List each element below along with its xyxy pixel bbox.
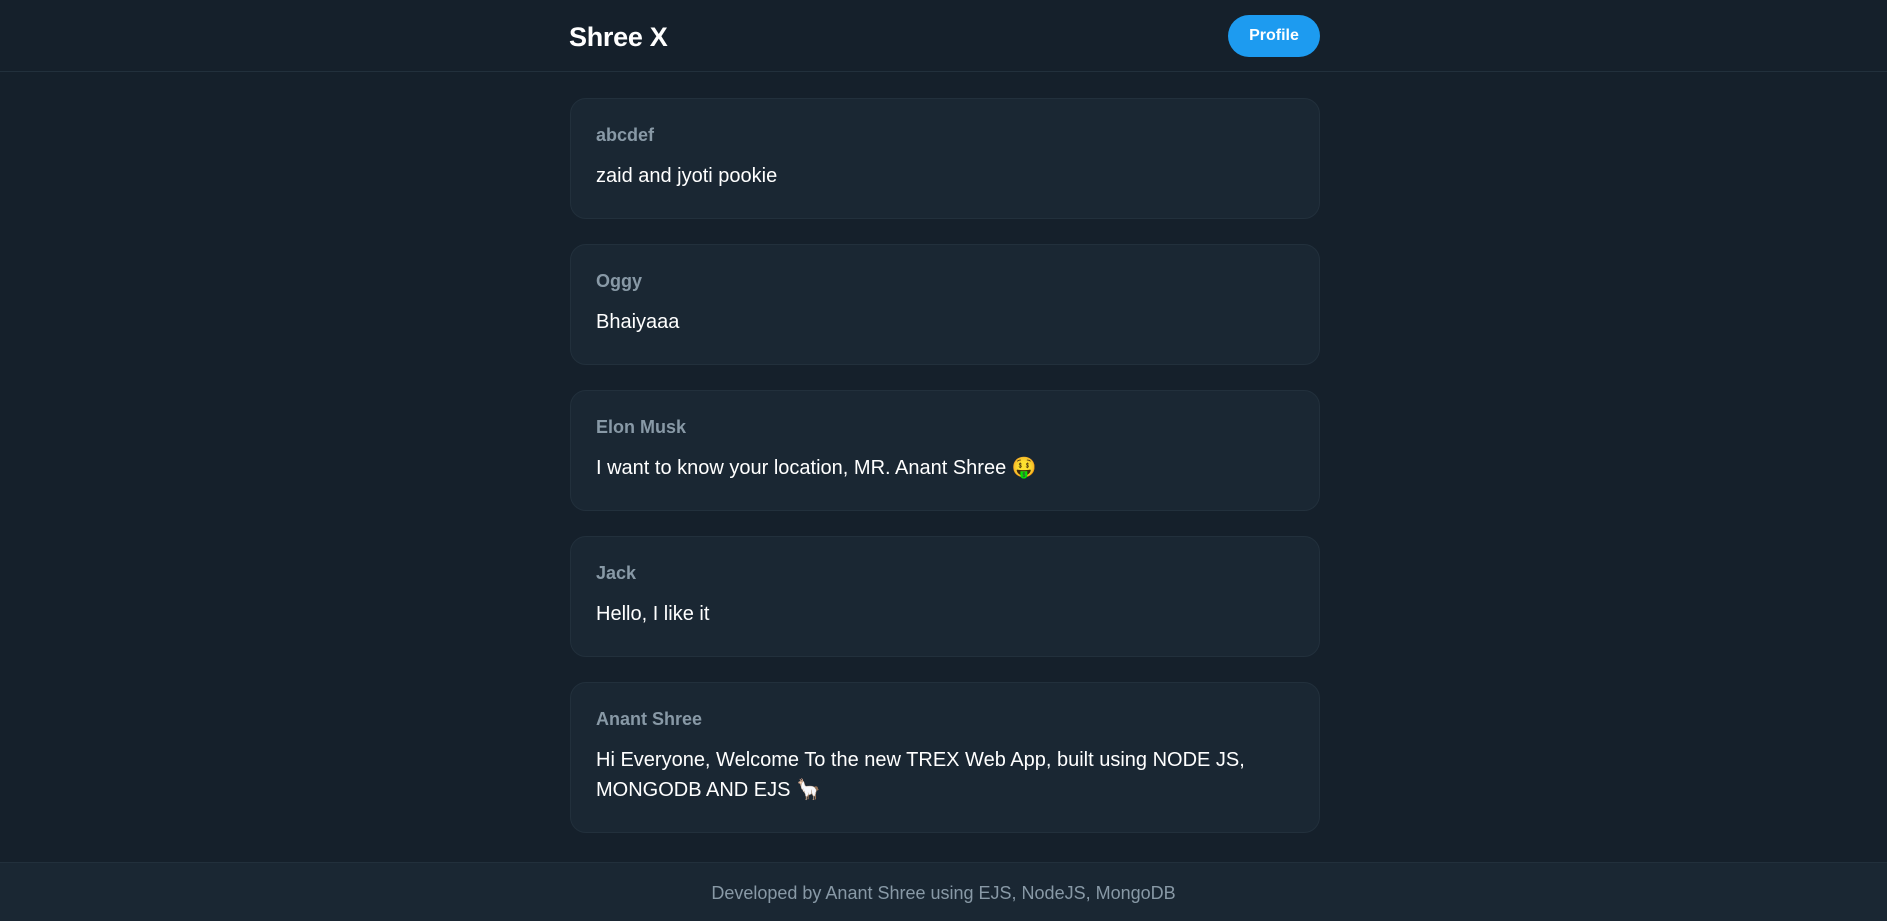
post-content: I want to know your location, MR. Anant …	[596, 457, 1037, 479]
post-card: Elon Musk I want to know your location, …	[570, 390, 1320, 511]
post-card: Jack Hello, I like it	[570, 536, 1320, 657]
post-author: Oggy	[596, 271, 643, 291]
post-content: Bhaiyaaa	[596, 311, 680, 333]
post-content: zaid and jyoti pookie	[596, 165, 778, 187]
post-feed: abcdef zaid and jyoti pookie Oggy Bhaiya…	[570, 98, 1320, 858]
post-card: abcdef zaid and jyoti pookie	[570, 98, 1320, 219]
post-author: Elon Musk	[596, 417, 687, 437]
post-author: Jack	[596, 563, 637, 583]
page-footer: Developed by Anant Shree using EJS, Node…	[0, 862, 1887, 921]
post-author: abcdef	[596, 125, 655, 145]
post-content: Hello, I like it	[596, 603, 710, 625]
page: Shree X Profile abcdef zaid and jyoti po…	[0, 0, 1887, 921]
top-navbar: Shree X Profile	[0, 0, 1887, 72]
post-content: Hi Everyone, Welcome To the new TREX Web…	[596, 749, 1245, 801]
footer-credit-text: Developed by Anant Shree using EJS, Node…	[711, 883, 1176, 903]
post-card: Oggy Bhaiyaaa	[570, 244, 1320, 365]
brand-logo-text[interactable]: Shree X	[569, 22, 668, 53]
post-author: Anant Shree	[596, 709, 703, 729]
post-card: Anant Shree Hi Everyone, Welcome To the …	[570, 682, 1320, 833]
profile-button[interactable]: Profile	[1228, 15, 1320, 57]
